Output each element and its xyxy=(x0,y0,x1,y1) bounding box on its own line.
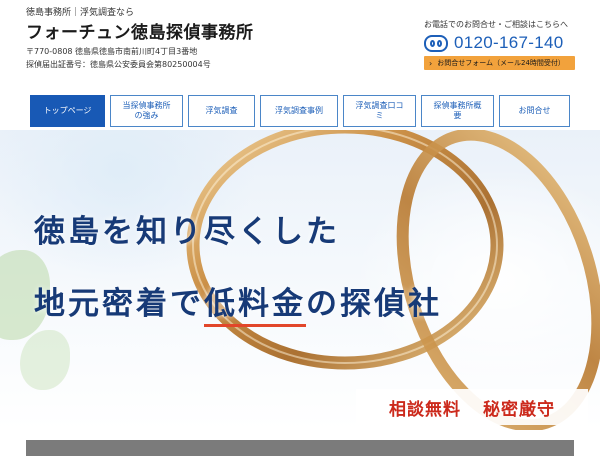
nav-item-label: 当探偵事務所 xyxy=(122,101,171,110)
nav-item-label: 浮気調査事例 xyxy=(275,106,323,115)
contact-label: お電話でのお問合せ・ご相談はこちらへ xyxy=(424,20,568,29)
nav-item-reviews[interactable]: 浮気調査口コ ミ xyxy=(343,95,416,127)
nav-item-label: 探偵事務所概 xyxy=(433,101,482,110)
section-header-strip xyxy=(26,440,574,456)
nav-item-contact[interactable]: お問合せ xyxy=(499,95,570,127)
hero-headline-1: 徳島を知り尽くした xyxy=(34,214,340,250)
freedial-icon xyxy=(424,34,448,52)
office-address: 〒770-0808 徳島県徳島市南前川町4丁目3番地 xyxy=(26,47,198,56)
nav-item-cases[interactable]: 浮気調査事例 xyxy=(260,95,338,127)
nav-item-label: 要 xyxy=(453,111,462,120)
confidentiality-badge: 秘密厳守 xyxy=(483,399,555,420)
nav-item-strengths[interactable]: 当探偵事務所 の強み xyxy=(110,95,183,127)
hero-headline-2: 地元密着で低料金の探偵社 xyxy=(34,278,442,327)
nav-item-about[interactable]: 探偵事務所概 要 xyxy=(421,95,494,127)
nav-item-label: の強み xyxy=(134,111,159,120)
main-nav: トップページ 当探偵事務所 の強み 浮気調査 浮気調査事例 浮気調査口コ ミ 探… xyxy=(0,84,600,130)
hero-headline-2-a: 地元密着で xyxy=(34,286,204,322)
hero-banner: 徳島を知り尽くした 地元密着で低料金の探偵社 相談無料 秘密厳守 xyxy=(0,130,600,430)
contact-form-button[interactable]: › お問合せフォーム（メール24時間受付） xyxy=(424,56,575,70)
hero-badges: 相談無料 秘密厳守 xyxy=(356,389,588,425)
site-title[interactable]: フォーチュン徳島探偵事務所 xyxy=(26,18,254,43)
leaf-decoration xyxy=(20,330,70,390)
nav-item-label: 浮気調査口コ xyxy=(355,101,404,110)
site-tagline: 徳島事務所｜浮気調査なら xyxy=(26,8,135,18)
nav-item-label: お問合せ xyxy=(518,106,551,115)
free-consultation-badge: 相談無料 xyxy=(389,399,461,420)
nav-item-label: 浮気調査 xyxy=(205,106,238,115)
hero-headline-highlight: 低料金 xyxy=(204,286,306,327)
nav-item-label: トップページ xyxy=(43,106,92,115)
phone-link[interactable]: 0120-167-140 xyxy=(424,33,563,53)
license-number: 探偵届出証番号：徳島県公安委員会第80250004号 xyxy=(26,60,211,69)
contact-form-button-label: お問合せフォーム（メール24時間受付） xyxy=(437,59,565,67)
hero-headline-2-c: の探偵社 xyxy=(306,286,442,322)
nav-item-label: ミ xyxy=(375,111,384,120)
site-header: 徳島事務所｜浮気調査なら フォーチュン徳島探偵事務所 〒770-0808 徳島県… xyxy=(0,0,600,84)
nav-item-top[interactable]: トップページ xyxy=(30,95,105,127)
nav-item-infidelity[interactable]: 浮気調査 xyxy=(188,95,255,127)
phone-number[interactable]: 0120-167-140 xyxy=(454,33,563,53)
chevron-right-icon: › xyxy=(429,58,433,68)
